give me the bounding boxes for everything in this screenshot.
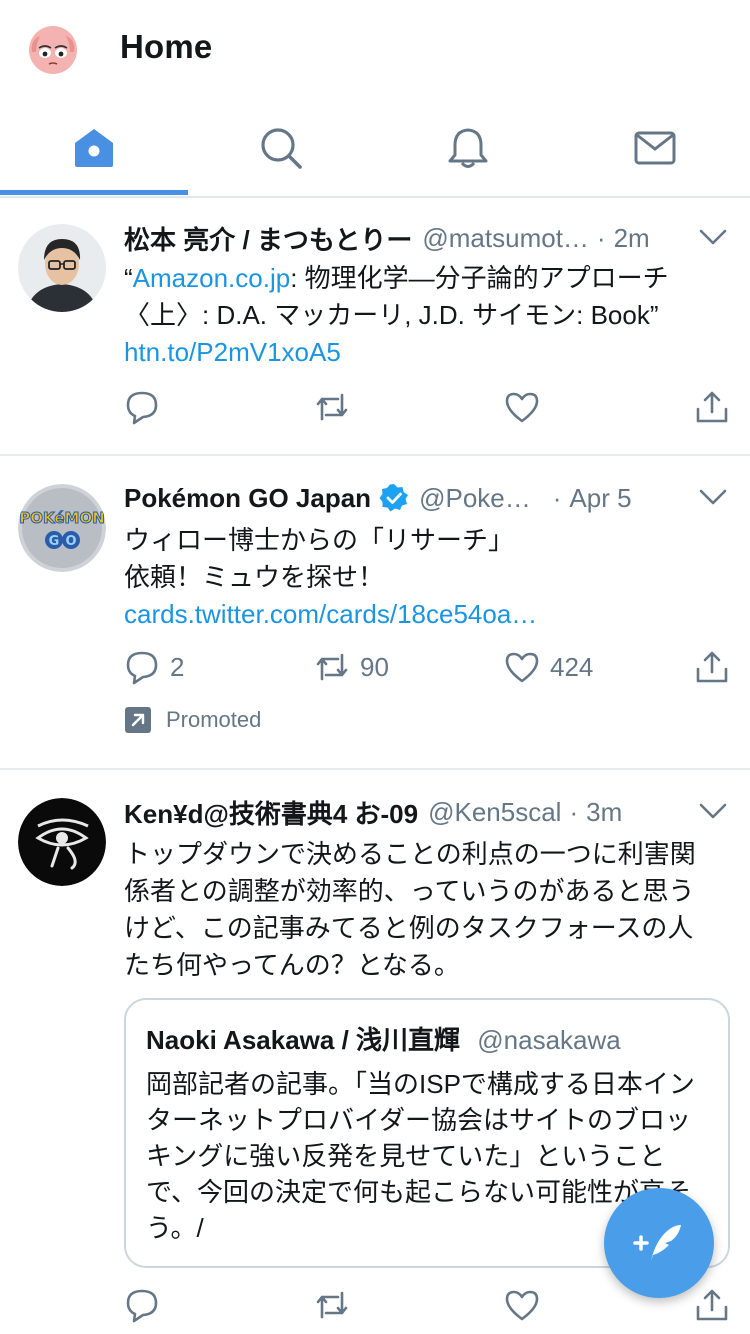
- chevron-down-icon[interactable]: [696, 794, 730, 828]
- retweet-button[interactable]: [314, 1282, 350, 1328]
- search-icon: [260, 128, 302, 169]
- tweet-text: トップダウンで決めることの利点の一つに利害関係者との調整が効率的、っていうのがあ…: [124, 839, 696, 980]
- verified-badge-icon: [379, 484, 409, 512]
- tweet-text: ウィロー博士からの「リサーチ」 依頼！ミュウを探せ！ cards.twitter…: [124, 522, 720, 633]
- tweet-text-line2: 依頼！ミュウを探せ！: [124, 562, 385, 592]
- svg-text:G: G: [49, 534, 60, 549]
- reply-count: 2: [170, 651, 185, 682]
- tweet-actions: [124, 384, 732, 430]
- retweet-icon: [316, 393, 348, 421]
- top-header: Home: [0, 0, 750, 100]
- home-icon: [74, 129, 113, 167]
- share-icon: [696, 651, 728, 683]
- share-icon: [696, 1289, 728, 1321]
- separator-dot: ·: [569, 796, 579, 827]
- reply-button[interactable]: [124, 384, 160, 430]
- mail-icon: [634, 131, 675, 165]
- separator-dot: ·: [552, 482, 562, 513]
- share-button[interactable]: [694, 644, 730, 690]
- tweet-2[interactable]: POKéMON G O Pokémon GO Japan @Poke… · Ap…: [0, 456, 750, 770]
- svg-text:POKéMON: POKéMON: [19, 509, 105, 527]
- tab-home[interactable]: [0, 100, 187, 196]
- tweet-text-quote-mark: “: [124, 263, 133, 293]
- tweet-link[interactable]: Amazon.co.jp: [133, 263, 291, 293]
- reply-icon: [126, 1289, 158, 1323]
- retweet-icon: [316, 1291, 348, 1319]
- tweet-time[interactable]: Apr 5: [569, 483, 631, 514]
- reply-icon: [126, 651, 158, 685]
- tab-bar: [0, 100, 750, 198]
- tweet-text: “Amazon.co.jp: 物理化学―分子論的アプローチ〈上〉: D.A. マ…: [124, 260, 720, 371]
- tweet-text-line1: ウィロー博士からの「リサーチ」: [124, 525, 515, 555]
- promoted-icon: [125, 707, 151, 733]
- chevron-down-icon[interactable]: [696, 220, 730, 254]
- retweet-button[interactable]: [314, 384, 350, 430]
- svg-text:O: O: [65, 534, 76, 549]
- active-tab-indicator: [0, 190, 188, 195]
- tweet-actions: 2 90 424: [124, 644, 732, 690]
- compose-tweet-button[interactable]: [604, 1188, 714, 1298]
- author-handle[interactable]: @Ken5scal: [428, 797, 561, 828]
- heart-icon: [505, 1290, 539, 1321]
- tweet-avatar[interactable]: [18, 224, 106, 312]
- tab-search[interactable]: [187, 100, 374, 196]
- like-count: 424: [550, 651, 594, 682]
- like-button[interactable]: [504, 384, 540, 430]
- author-name[interactable]: Pokémon GO Japan: [124, 483, 371, 514]
- separator-dot: ·: [596, 222, 606, 253]
- author-name[interactable]: 松本 亮介 / まつもとりー: [124, 220, 412, 257]
- share-button[interactable]: [694, 384, 730, 430]
- quoted-tweet-header: Naoki Asakawa / 浅川直輝 @nasakawa: [146, 1020, 621, 1057]
- share-button[interactable]: [694, 1282, 730, 1328]
- tweet-time[interactable]: 3m: [586, 797, 622, 828]
- heart-icon: [505, 392, 539, 423]
- retweet-icon: [316, 653, 348, 681]
- page-title: Home: [120, 28, 213, 65]
- tweet-card-link[interactable]: cards.twitter.com/cards/18ce54oa…: [124, 599, 537, 629]
- reply-button[interactable]: 2: [124, 644, 184, 690]
- author-handle[interactable]: @matsumot…: [422, 223, 589, 254]
- like-button[interactable]: [504, 1282, 540, 1328]
- author-name[interactable]: Ken¥d@技術書典4 お-09: [124, 794, 418, 831]
- tweet-avatar[interactable]: POKéMON G O: [18, 484, 106, 572]
- tweet-header: 松本 亮介 / まつもとりー @matsumot… · 2m: [124, 218, 726, 258]
- tab-notifications[interactable]: [374, 100, 561, 196]
- reply-icon: [126, 391, 158, 425]
- tweet-header: Ken¥d@技術書典4 お-09 @Ken5scal · 3m: [124, 792, 726, 832]
- share-icon: [696, 391, 728, 423]
- tweet-short-link[interactable]: htn.to/P2mV1xoA5: [124, 337, 341, 367]
- profile-avatar[interactable]: [26, 22, 80, 76]
- tweet-header: Pokémon GO Japan @Poke… · Apr 5: [124, 478, 726, 518]
- chevron-down-icon[interactable]: [696, 480, 730, 514]
- compose-quill-icon: [633, 1225, 681, 1261]
- heart-icon: [505, 652, 539, 683]
- author-handle[interactable]: @Poke…: [419, 483, 531, 514]
- quoted-author-handle: @nasakawa: [477, 1025, 621, 1055]
- tweet-1[interactable]: 松本 亮介 / まつもとりー @matsumot… · 2m “Amazon.c…: [0, 198, 750, 456]
- retweet-count: 90: [360, 651, 389, 682]
- reply-button[interactable]: [124, 1282, 160, 1328]
- promoted-label: Promoted: [124, 706, 261, 734]
- tweet-avatar[interactable]: [18, 798, 106, 886]
- like-button[interactable]: 424: [504, 644, 593, 690]
- quoted-author-name: Naoki Asakawa / 浅川直輝: [146, 1025, 461, 1055]
- promoted-text: Promoted: [166, 707, 262, 732]
- retweet-button[interactable]: 90: [314, 644, 389, 690]
- tab-messages[interactable]: [561, 100, 748, 196]
- tweet-time[interactable]: 2m: [614, 223, 650, 254]
- bell-icon: [448, 128, 487, 168]
